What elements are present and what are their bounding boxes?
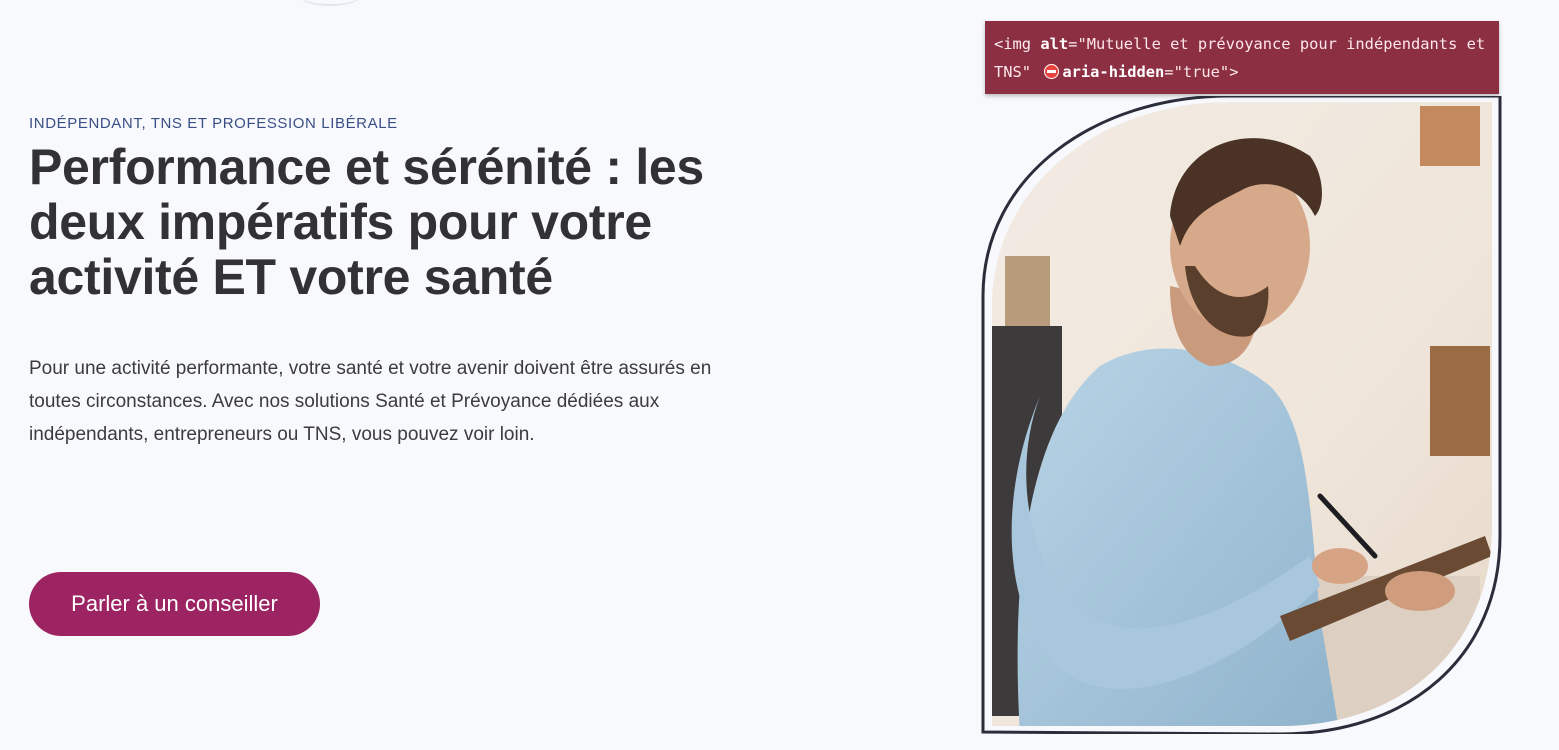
no-entry-icon: [1044, 64, 1060, 79]
hero-image: [980, 96, 1504, 734]
tooltip-aria-value: "true": [1173, 63, 1230, 81]
tooltip-attr-alt: alt: [1040, 35, 1069, 53]
hero-eyebrow: INDÉPENDANT, TNS ET PROFESSION LIBÉRALE: [29, 115, 398, 132]
hero-title: Performance et sérénité : les deux impér…: [29, 139, 704, 305]
tooltip-tag-close: >: [1229, 63, 1239, 81]
talk-to-advisor-button[interactable]: Parler à un conseiller: [29, 572, 320, 636]
hero-description: Pour une activité performante, votre san…: [29, 358, 712, 445]
tooltip-attr-aria-hidden: aria-hidden: [1062, 63, 1165, 81]
tooltip-equals-2: =: [1164, 63, 1174, 81]
top-decoration: [300, 0, 360, 6]
tooltip-tag-open: <img: [994, 35, 1041, 53]
inspector-tooltip: <img alt="Mutuelle et prévoyance pour in…: [985, 21, 1499, 94]
hero-image-illustration: [981, 96, 1502, 734]
